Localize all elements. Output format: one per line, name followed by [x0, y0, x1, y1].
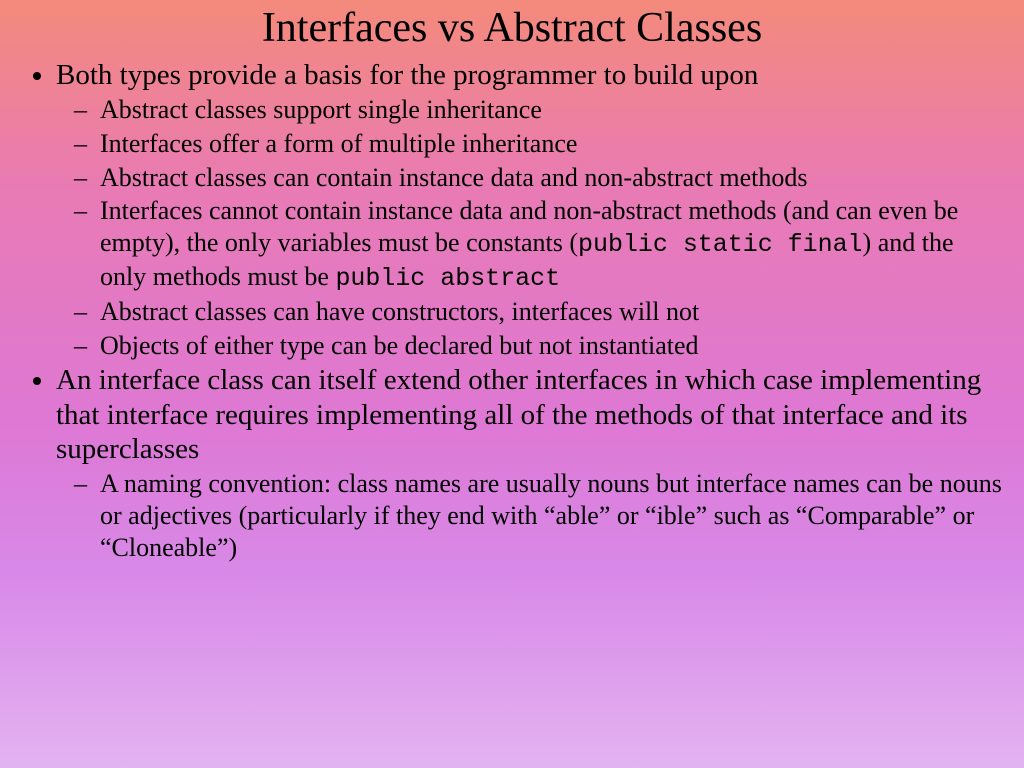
bullet-text: Abstract classes can have constructors, … [100, 297, 699, 326]
slide-title: Interfaces vs Abstract Classes [20, 4, 1004, 52]
bullet-item: A naming convention: class names are usu… [100, 468, 1004, 563]
bullet-list-level2: Abstract classes support single inherita… [56, 94, 1004, 361]
bullet-text: Abstract classes can contain instance da… [100, 163, 808, 192]
bullet-item: Interfaces cannot contain instance data … [100, 195, 1004, 294]
bullet-item: Abstract classes can contain instance da… [100, 162, 1004, 194]
bullet-text: A naming convention: class names are usu… [100, 469, 1002, 561]
code-text: public abstract [335, 265, 560, 293]
bullet-item: Both types provide a basis for the progr… [56, 58, 1004, 361]
bullet-list-level2: A naming convention: class names are usu… [56, 468, 1004, 563]
bullet-list-level1: Both types provide a basis for the progr… [20, 58, 1004, 563]
bullet-item: Objects of either type can be declared b… [100, 330, 1004, 362]
bullet-item: Abstract classes can have constructors, … [100, 296, 1004, 328]
slide-content: Interfaces vs Abstract Classes Both type… [0, 0, 1024, 585]
bullet-item: Interfaces offer a form of multiple inhe… [100, 128, 1004, 160]
bullet-text: Objects of either type can be declared b… [100, 331, 699, 360]
bullet-text: Interfaces offer a form of multiple inhe… [100, 129, 577, 158]
bullet-text: An interface class can itself extend oth… [56, 364, 981, 464]
bullet-text: Abstract classes support single inherita… [100, 95, 542, 124]
code-text: public static final [578, 231, 863, 259]
bullet-item: Abstract classes support single inherita… [100, 94, 1004, 126]
bullet-text: Both types provide a basis for the progr… [56, 59, 758, 91]
bullet-item: An interface class can itself extend oth… [56, 363, 1004, 563]
